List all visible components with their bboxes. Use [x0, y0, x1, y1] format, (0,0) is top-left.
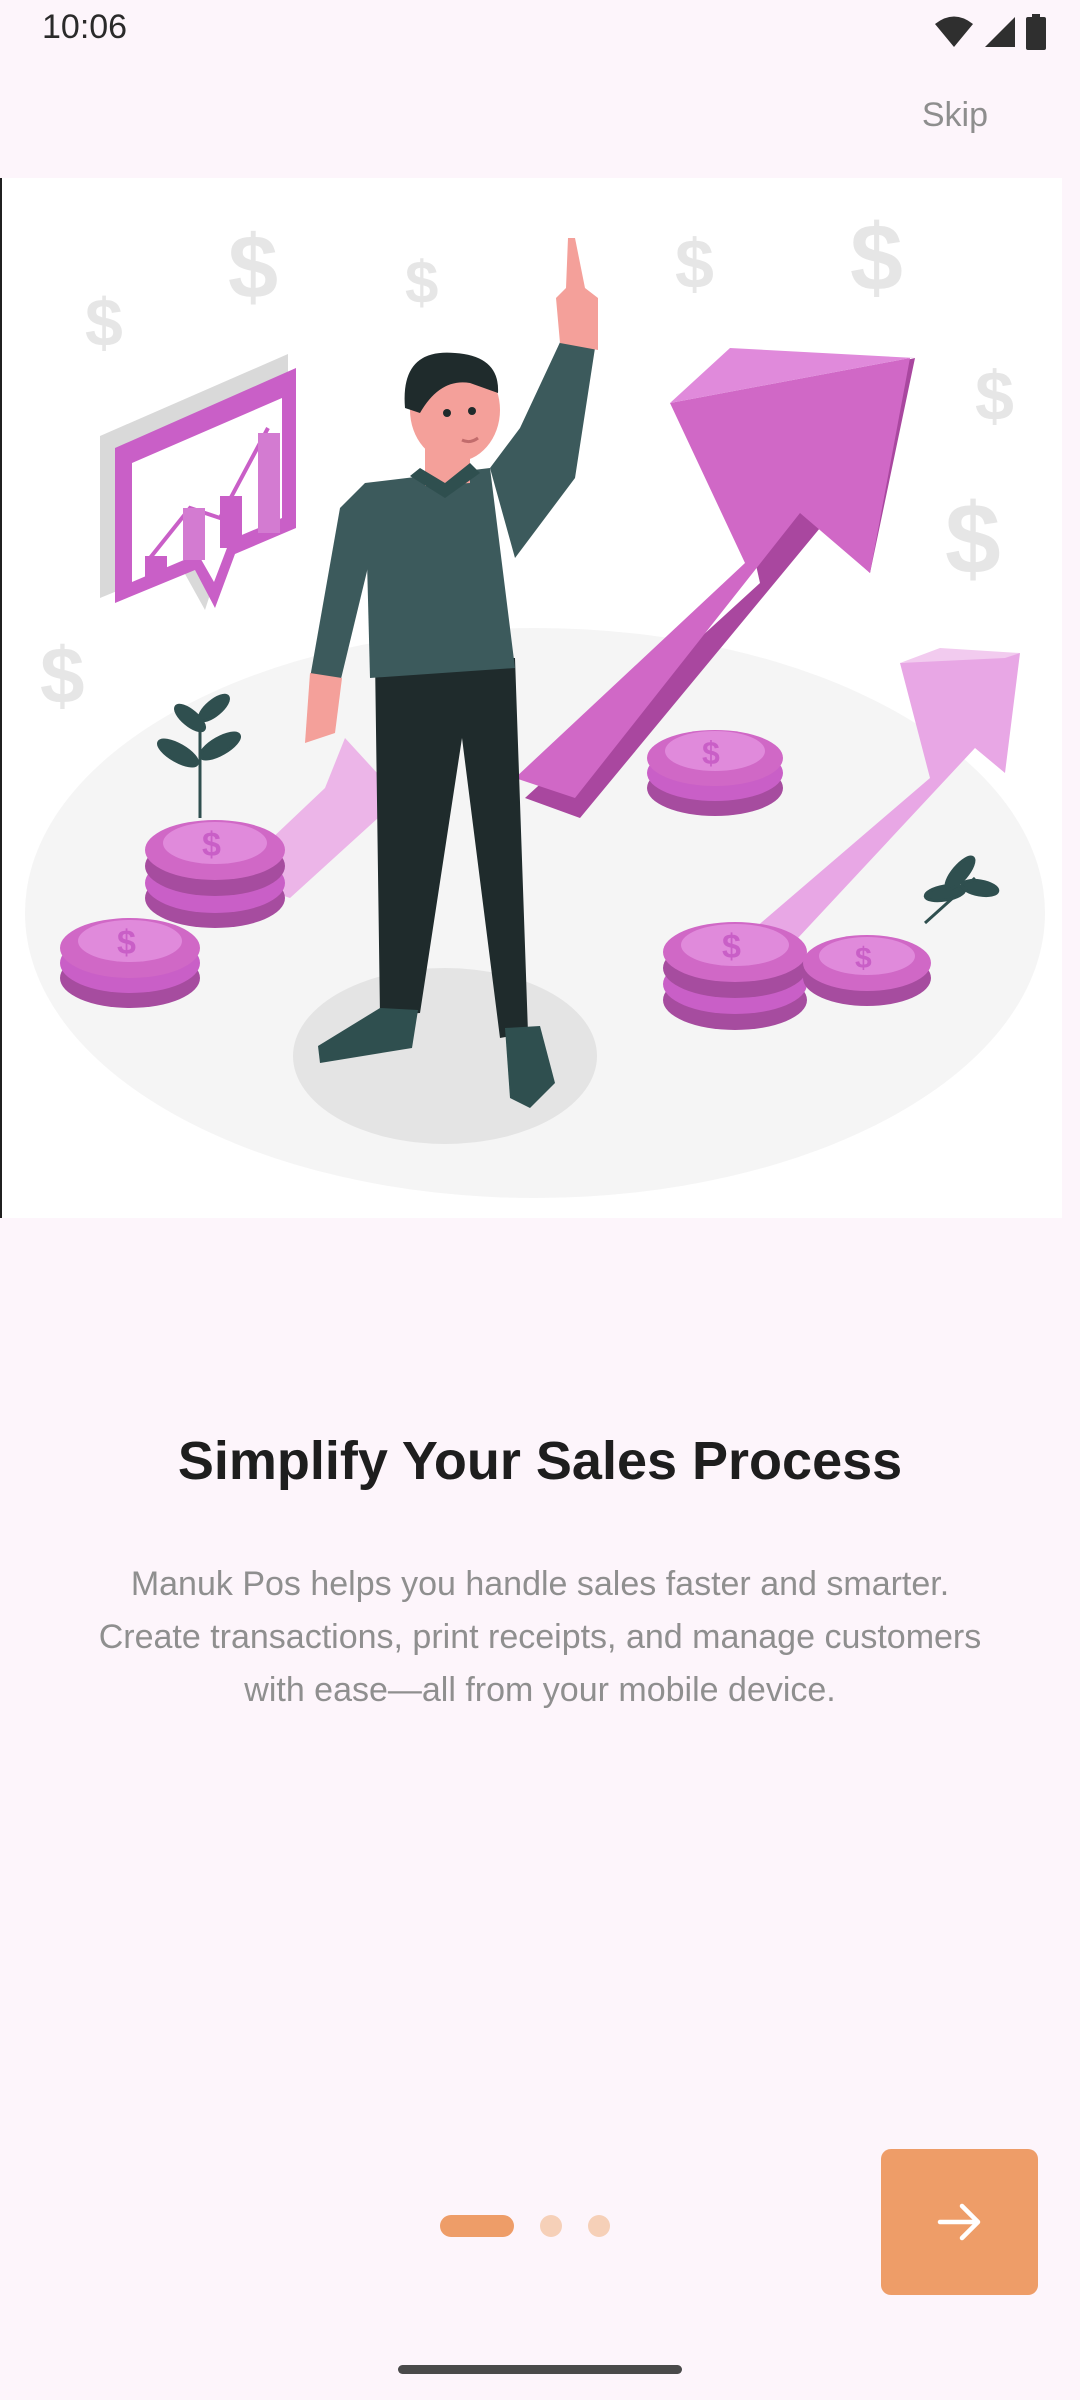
battery-icon — [1026, 14, 1046, 50]
svg-text:$: $ — [722, 928, 741, 966]
page-dot — [588, 2215, 610, 2237]
wifi-icon — [935, 16, 973, 47]
svg-text:$: $ — [40, 631, 85, 720]
signal-icon — [985, 17, 1015, 47]
svg-text:$: $ — [850, 205, 903, 311]
onboarding-description: Manuk Pos helps you handle sales faster … — [98, 1565, 982, 1709]
home-indicator[interactable] — [398, 2365, 682, 2374]
page-indicator — [440, 2214, 610, 2238]
coin-stack-left-bottom: $ — [60, 918, 200, 1008]
chart-bubble — [100, 354, 296, 610]
svg-text:$: $ — [228, 218, 278, 318]
status-bar: 10:06 — [0, 0, 1080, 64]
svg-text:$: $ — [975, 357, 1014, 435]
status-time: 10:06 — [42, 8, 128, 46]
svg-text:$: $ — [405, 249, 438, 316]
next-button[interactable] — [881, 2149, 1038, 2295]
illustration-edge — [0, 178, 2, 1218]
svg-text:$: $ — [117, 924, 136, 962]
svg-text:$: $ — [85, 285, 123, 361]
svg-text:$: $ — [675, 225, 714, 303]
page-dot — [540, 2215, 562, 2237]
svg-text:$: $ — [855, 942, 872, 975]
status-icons — [934, 12, 1046, 52]
arrow-right-icon — [937, 2203, 980, 2241]
svg-text:$: $ — [202, 826, 221, 864]
onboarding-title: Simplify Your Sales Process — [177, 1431, 903, 1491]
sales-growth-illustration: $ $ $ $ $ $ $ $ $ $ $ $ $ — [25, 205, 1045, 1198]
onboarding-illustration: $ $ $ $ $ $ $ $ $ $ $ $ $ — [0, 178, 1062, 1218]
skip-button[interactable]: Skip — [922, 96, 988, 135]
svg-text:$: $ — [945, 483, 1001, 595]
page-dot-active — [440, 2215, 514, 2237]
coin-stack-left-top: $ — [145, 820, 285, 928]
coin-stack-right-top: $ — [647, 730, 783, 816]
svg-text:$: $ — [702, 735, 720, 771]
